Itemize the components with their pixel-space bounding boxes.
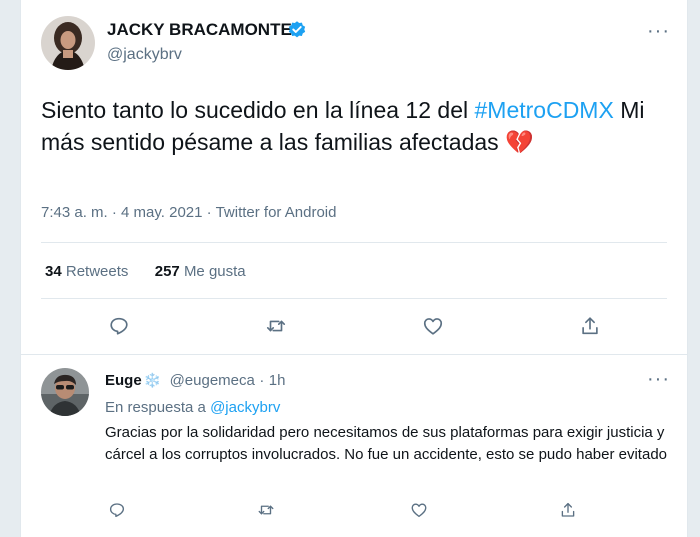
- likes-stat[interactable]: 257 Me gusta: [155, 263, 246, 280]
- reply-author-handle[interactable]: @eugemeca: [170, 372, 255, 389]
- retweet-icon: [258, 505, 274, 515]
- replying-to-label: En respuesta a: [105, 399, 206, 416]
- retweet-button[interactable]: [259, 309, 293, 343]
- share-icon: [582, 317, 598, 335]
- like-icon: [411, 503, 427, 518]
- reply-retweet-button[interactable]: [249, 493, 283, 527]
- reply-more-icon[interactable]: ···: [647, 368, 670, 391]
- tweet-meta: 7:43 a. m. · 4 may. 2021 · Twitter for A…: [41, 204, 336, 221]
- verified-badge-icon: [287, 20, 307, 40]
- author-avatar[interactable]: [41, 16, 95, 70]
- reply-reply-button[interactable]: [100, 493, 134, 527]
- like-icon: [423, 318, 443, 335]
- reply-separator: ·: [259, 372, 265, 389]
- reply-author-name[interactable]: Euge: [105, 372, 142, 389]
- broken-heart-emoji: 💔: [505, 129, 534, 155]
- tweet-stats: 34 Retweets 257 Me gusta: [45, 263, 246, 280]
- meta-separator: ·: [111, 204, 117, 221]
- divider: [41, 242, 667, 243]
- divider: [41, 298, 667, 299]
- author-handle[interactable]: @jackybrv: [107, 46, 182, 64]
- more-icon[interactable]: ···: [647, 20, 670, 43]
- reply-time[interactable]: 1h: [269, 372, 286, 389]
- retweets-label: Retweets: [65, 263, 129, 280]
- reply-share-button[interactable]: [551, 493, 585, 527]
- retweet-icon: [266, 320, 286, 332]
- tweet-date[interactable]: 4 may. 2021: [121, 204, 202, 221]
- share-icon: [561, 502, 575, 517]
- tweet-text-before: Siento tanto lo sucedido en la línea 12 …: [41, 97, 469, 123]
- reply-button[interactable]: [102, 309, 136, 343]
- reply-icon: [109, 503, 125, 518]
- likes-count: 257: [154, 263, 180, 280]
- hashtag-link[interactable]: #MetroCDMX: [475, 97, 614, 123]
- tweet-card: JACKY BRACAMONTES @jackybrv ··· Siento t…: [20, 0, 688, 537]
- like-button[interactable]: [416, 309, 450, 343]
- share-button[interactable]: [573, 309, 607, 343]
- reply-author-avatar[interactable]: [41, 368, 89, 416]
- tweet-time[interactable]: 7:43 a. m.: [41, 204, 108, 221]
- retweets-stat[interactable]: 34 Retweets: [45, 263, 128, 280]
- tweet-source[interactable]: Twitter for Android: [216, 204, 337, 221]
- tweet-text: Siento tanto lo sucedido en la línea 12 …: [41, 94, 661, 158]
- retweets-count: 34: [45, 263, 62, 280]
- replying-to-handle[interactable]: @jackybrv: [210, 399, 280, 416]
- reply-header: Euge ❄️ @eugemeca · 1h: [105, 372, 285, 390]
- divider: [21, 354, 687, 355]
- replying-to: En respuesta a @jackybrv: [105, 399, 280, 416]
- reply-text: Gracias por la solidaridad pero necesita…: [105, 424, 668, 463]
- author-name[interactable]: JACKY BRACAMONTES: [107, 20, 303, 40]
- snowflake-emoji: ❄️: [143, 372, 162, 388]
- likes-label: Me gusta: [183, 263, 246, 280]
- meta-separator: ·: [206, 204, 212, 221]
- reply-like-button[interactable]: [402, 493, 436, 527]
- reply-icon: [110, 317, 128, 335]
